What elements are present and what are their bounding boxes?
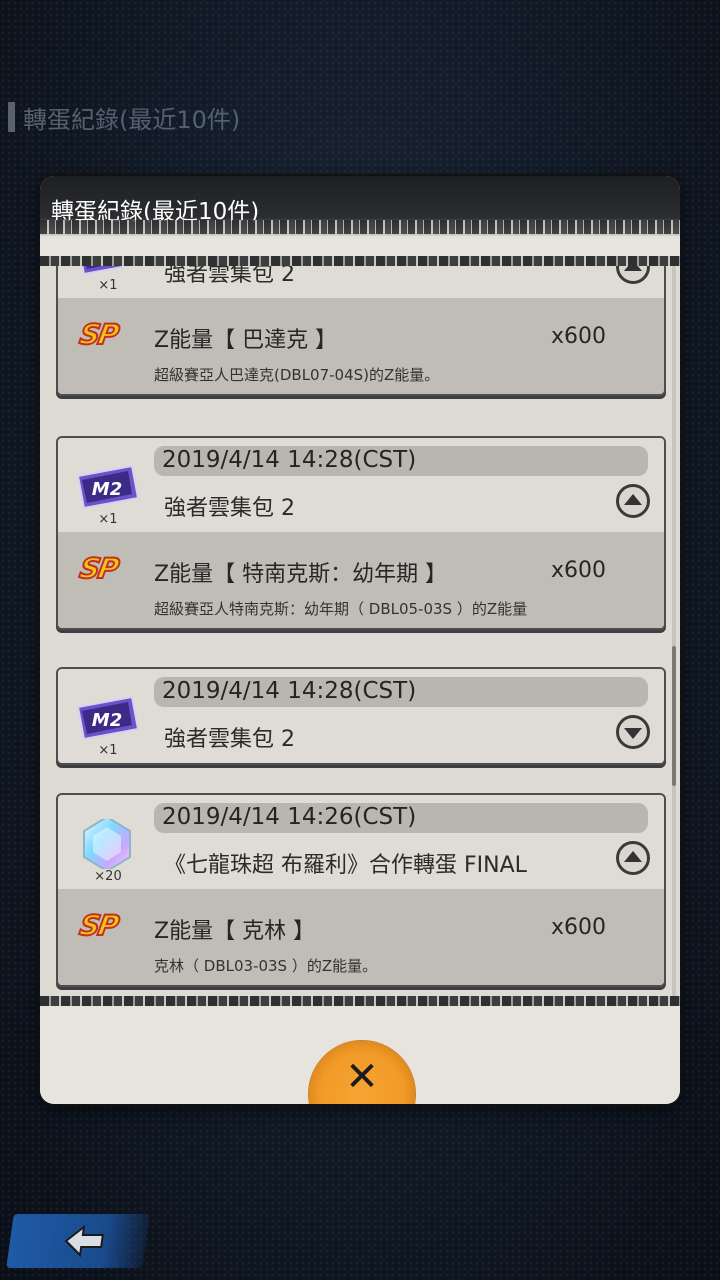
back-arrow-icon (64, 1224, 104, 1258)
reward-description: 克林（ DBL03-03S ）的Z能量。 (154, 957, 378, 975)
reward-name: Z能量【 特南克斯：幼年期 】 (154, 562, 448, 587)
gacha-history-dialog: 轉蛋紀錄(最近10件) M2 ×1 強者雲集包 2 (40, 176, 680, 1104)
timestamp-pill: 2019/4/14 14:28(CST) (154, 446, 648, 476)
reward-description: 超級賽亞人特南克斯：幼年期（ DBL05-03S ）的Z能量 (154, 600, 528, 618)
reward-description: 超級賽亞人巴達克(DBL07-04S)的Z能量。 (154, 366, 440, 384)
chevron-down-icon (624, 728, 642, 739)
entry-header: M2 ×1 2019/4/14 14:28(CST) 強者雲集包 2 (58, 669, 664, 763)
sp-icon: SP (76, 551, 121, 586)
svg-text:M2: M2 (92, 710, 122, 731)
entry-reward: SP Z能量【 特南克斯：幼年期 】 x600 超級賽亞人特南克斯：幼年期（ D… (58, 532, 664, 628)
entry-header: M2 ×1 2019/4/14 14:28(CST) 強者雲集包 2 (58, 438, 664, 532)
m2-ticket-icon: M2 (72, 693, 142, 743)
reward-name: Z能量【 克林 】 (154, 919, 316, 944)
page-title: 轉蛋紀錄(最近10件) (23, 105, 241, 134)
timestamp: 2019/4/14 14:26(CST) (162, 804, 417, 830)
close-icon: ✕ (345, 1054, 379, 1100)
item-quantity: ×1 (98, 278, 118, 293)
history-entry: ×20 2019/4/14 14:26(CST) 《七龍珠超 布羅利》合作轉蛋 … (56, 793, 666, 987)
scrollbar-thumb[interactable] (672, 646, 676, 786)
chevron-up-icon (624, 494, 642, 505)
m2-ticket-icon: M2 (72, 462, 142, 512)
list-top-decoration (40, 256, 680, 266)
timestamp: 2019/4/14 14:28(CST) (162, 447, 417, 473)
timestamp-pill: 2019/4/14 14:26(CST) (154, 803, 648, 833)
entry-reward: SP Z能量【 巴達克 】 x600 超級賽亞人巴達克(DBL07-04S)的Z… (58, 298, 664, 394)
expand-toggle-button[interactable] (616, 715, 650, 749)
item-quantity: ×1 (98, 743, 118, 758)
page-title-bar: 轉蛋紀錄(最近10件) (8, 100, 240, 134)
pack-name: 強者雲集包 2 (164, 727, 295, 752)
close-button[interactable]: ✕ (308, 1040, 416, 1104)
reward-name: Z能量【 巴達克 】 (154, 328, 338, 353)
collapse-toggle-button[interactable] (616, 484, 650, 518)
sp-icon: SP (76, 908, 121, 943)
reward-count: x600 (550, 915, 606, 940)
entry-reward: SP Z能量【 克林 】 x600 克林（ DBL03-03S ）的Z能量。 (58, 889, 664, 985)
item-quantity: ×20 (94, 869, 122, 884)
list-bottom-decoration (40, 996, 680, 1006)
entry-header: ×20 2019/4/14 14:26(CST) 《七龍珠超 布羅利》合作轉蛋 … (58, 795, 664, 889)
history-entry: M2 ×1 2019/4/14 14:28(CST) 強者雲集包 2 (56, 667, 666, 765)
header-brush-decoration (40, 220, 680, 234)
svg-text:M2: M2 (92, 479, 122, 500)
timestamp: 2019/4/14 14:28(CST) (162, 678, 417, 704)
pack-name: 強者雲集包 2 (164, 496, 295, 521)
title-accent (8, 102, 15, 132)
sp-icon: SP (76, 317, 121, 352)
reward-count: x600 (550, 558, 606, 583)
collapse-toggle-button[interactable] (616, 841, 650, 875)
dialog-footer: ✕ (40, 1006, 680, 1104)
scrollbar-track[interactable] (672, 266, 676, 996)
timestamp-pill: 2019/4/14 14:28(CST) (154, 677, 648, 707)
pack-name: 《七龍珠超 布羅利》合作轉蛋 FINAL (164, 853, 527, 878)
chevron-up-icon (624, 851, 642, 862)
crystal-icon (72, 819, 142, 869)
dialog-header: 轉蛋紀錄(最近10件) (40, 176, 680, 236)
back-button[interactable] (6, 1214, 150, 1268)
reward-count: x600 (550, 324, 606, 349)
history-entry: M2 ×1 2019/4/14 14:28(CST) 強者雲集包 2 SP Z能… (56, 436, 666, 630)
history-entry: M2 ×1 強者雲集包 2 SP Z能量【 巴達克 】 x600 超級賽亞人巴達… (56, 256, 666, 396)
item-quantity: ×1 (98, 512, 118, 527)
history-list[interactable]: M2 ×1 強者雲集包 2 SP Z能量【 巴達克 】 x600 超級賽亞人巴達… (40, 256, 680, 1006)
